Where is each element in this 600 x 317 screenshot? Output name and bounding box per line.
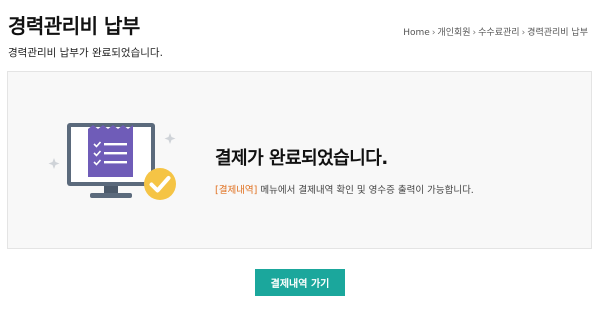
result-description-text: 메뉴에서 결제내역 확인 및 영수증 출력이 가능합니다.: [260, 184, 474, 196]
check-badge-icon: [144, 168, 176, 200]
chevron-right-icon: ›: [431, 28, 436, 38]
breadcrumb-home[interactable]: Home: [403, 28, 430, 38]
monitor-neck: [104, 186, 118, 194]
sparkle-icon: [164, 133, 176, 144]
result-panel: 결제가 완료되었습니다. [결제내역] 메뉴에서 결제내역 확인 및 영수증 출…: [7, 71, 592, 249]
page-subtitle: 경력관리비 납부가 완료되었습니다.: [8, 47, 163, 59]
breadcrumb-fee-management[interactable]: 수수료관리: [478, 28, 519, 38]
breadcrumb-personal-member[interactable]: 개인회원: [437, 28, 470, 38]
breadcrumb-current: 경력관리비 납부: [527, 28, 588, 38]
result-description: [결제내역] 메뉴에서 결제내역 확인 및 영수증 출력이 가능합니다.: [215, 182, 474, 196]
go-to-payment-history-button[interactable]: 결제내역 가기: [255, 269, 345, 296]
chevron-right-icon: ›: [472, 28, 477, 38]
monitor-receipt-check-icon: [48, 123, 176, 200]
chevron-right-icon: ›: [521, 28, 526, 38]
page-title: 경력관리비 납부: [8, 14, 140, 38]
result-title: 결제가 완료되었습니다.: [215, 148, 388, 169]
breadcrumb: Home › 개인회원 › 수수료관리 › 경력관리비 납부: [403, 25, 588, 38]
sparkle-icon: [48, 158, 60, 169]
receipt-icon: [88, 125, 133, 177]
monitor-base: [90, 193, 132, 198]
payment-history-highlight: [결제내역]: [215, 184, 258, 196]
